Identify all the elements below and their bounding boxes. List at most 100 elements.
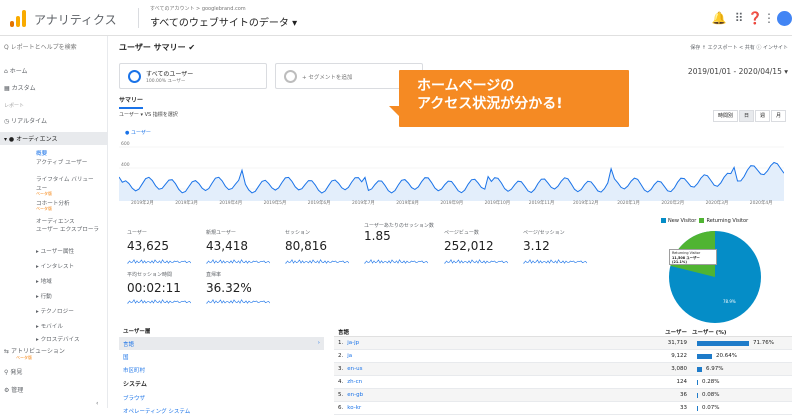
table-row[interactable]: 2. ja 9,122 20.64% — [334, 350, 792, 363]
sidebar-item-realtime[interactable]: ◷ リアルタイム — [4, 116, 47, 125]
sidebar-item-audiences[interactable]: オーディエンス — [36, 217, 75, 225]
sparkline — [523, 259, 587, 264]
row-users: 124 — [676, 379, 688, 385]
sparkline — [285, 259, 349, 264]
apps-icon[interactable]: ⠿ — [731, 10, 747, 26]
date-range-picker[interactable]: 2019/01/01 - 2020/04/15 ▾ — [688, 67, 788, 76]
language-link[interactable]: zh-cn — [347, 379, 362, 385]
pie-label-new: 78.9% — [723, 299, 736, 304]
row-pct: 0.28% — [702, 379, 720, 385]
segment-label: すべてのユーザー — [146, 71, 194, 78]
segment-all-users[interactable]: すべてのユーザー 100.00% ユーザー — [119, 63, 267, 89]
sidebar-item-interests[interactable]: ▸ インタレスト — [36, 262, 74, 270]
callout-line-1: ホームページの — [417, 78, 515, 94]
sidebar-item-user-explorer[interactable]: ユーザー エクスプローラ — [36, 226, 106, 235]
period-toggle[interactable]: 時間別日週月 — [712, 110, 786, 122]
nav-language[interactable]: 言語 › — [119, 337, 324, 350]
visitor-pie-chart[interactable]: 78.9% — [665, 227, 765, 327]
row-pct: 6.97% — [706, 366, 724, 372]
metric-sessions[interactable]: セッション 80,816 — [285, 229, 327, 253]
users-line-chart[interactable] — [119, 141, 784, 201]
table-row[interactable]: 5. en-gb 36 0.08% — [334, 389, 792, 402]
metric-users[interactable]: ユーザー 43,625 — [127, 229, 169, 253]
language-link[interactable]: ja-jp — [347, 340, 359, 346]
chart-legend: ● ユーザー — [125, 130, 151, 136]
segment-circle-icon — [128, 70, 141, 83]
sidebar-item-attribution[interactable]: ⇆ アトリビューション — [4, 346, 65, 355]
sparkline — [206, 299, 270, 304]
language-link[interactable]: ja — [347, 353, 352, 359]
legend-swatch — [699, 218, 705, 223]
language-link[interactable]: ko-kr — [347, 405, 361, 411]
table-row[interactable]: 6. ko-kr 33 0.07% — [334, 402, 792, 415]
demographics-nav: ユーザー層 言語 › 国 市区町村 システム ブラウザ オペレーティング システム — [119, 325, 324, 417]
beta-badge: ベータ版 — [36, 191, 52, 196]
tab-summary[interactable]: サマリー — [119, 95, 144, 109]
sidebar-item-technology[interactable]: ▸ テクノロジー — [36, 307, 74, 315]
page-title: ユーザー サマリー ✔ — [119, 43, 196, 52]
period-week[interactable]: 週 — [754, 110, 770, 122]
period-hourly[interactable]: 時間別 — [712, 110, 738, 122]
sidebar-item-audience[interactable]: ▾ ● オーディエンス — [4, 134, 58, 143]
nav-browser[interactable]: ブラウザ — [119, 391, 324, 404]
nav-country[interactable]: 国 — [119, 350, 324, 363]
users-pct-bar — [697, 341, 749, 346]
language-link[interactable]: en-gb — [347, 392, 363, 398]
account-breadcrumb[interactable]: すべてのアカウント > googlebrand.com — [150, 5, 246, 12]
metric-label: 平均セッション時間 — [127, 272, 173, 278]
row-users: 36 — [680, 392, 687, 398]
sidebar-item-home[interactable]: ⌂ ホーム — [4, 66, 28, 75]
metric-label: ユーザー — [127, 230, 147, 236]
metric-label: ページ/セッション — [523, 230, 565, 236]
notifications-icon[interactable]: 🔔 — [711, 10, 727, 26]
nav-os[interactable]: オペレーティング システム — [119, 404, 324, 417]
sidebar-item-overview[interactable]: 概要 — [36, 149, 47, 157]
period-month[interactable]: 月 — [770, 110, 786, 122]
collapse-sidebar-icon[interactable]: ‹ — [96, 400, 98, 407]
sidebar-item-lifetime-value[interactable]: ライフタイム バリュー — [36, 175, 94, 183]
sidebar-item-active-users[interactable]: アクティブ ユーザー — [36, 158, 87, 166]
sidebar-item-geo[interactable]: ▸ 地域 — [36, 277, 52, 285]
table-row[interactable]: 3. en-us 3,080 6.97% — [334, 363, 792, 376]
search-input[interactable]: Q レポートとヘルプを検索 — [4, 42, 77, 51]
metric-bounce-rate[interactable]: 直帰率 36.32% — [206, 271, 252, 295]
x-tick-label: 2019年3月 — [175, 201, 198, 206]
table-row[interactable]: 1. ja-jp 31,719 71.76% — [334, 337, 792, 350]
add-segment-label: + セグメントを追加 — [302, 75, 353, 81]
sidebar-item-behavior[interactable]: ▸ 行動 — [36, 292, 52, 300]
avatar[interactable] — [777, 11, 792, 26]
sidebar-item-cross-device[interactable]: ▸ クロスデバイス — [36, 335, 80, 343]
report-toolbar[interactable]: 保存 ↑ エクスポート < 共有 ⓘ インサイト — [690, 44, 788, 51]
metric-pages-per-session[interactable]: ページ/セッション 3.12 — [523, 229, 565, 253]
sidebar-item-discover[interactable]: ⚲ 発見 — [4, 367, 22, 376]
more-icon[interactable]: ⋮ — [761, 10, 777, 26]
sparkline — [444, 259, 508, 264]
language-link[interactable]: en-us — [347, 366, 362, 372]
col-users[interactable]: ユーザー — [665, 328, 687, 336]
sidebar-item-admin[interactable]: ⚙ 管理 — [4, 385, 23, 394]
metric-pageviews[interactable]: ページビュー数 252,012 — [444, 229, 494, 253]
legend-returning-visitor: Returning Visitor — [706, 218, 749, 224]
view-selector[interactable]: すべてのウェブサイトのデータ ▾ — [150, 14, 297, 29]
system-header: システム — [123, 381, 147, 388]
nav-city[interactable]: 市区町村 — [119, 363, 324, 376]
col-language[interactable]: 言語 — [338, 328, 349, 336]
metric-selector[interactable]: ユーザー ▾ VS 指標を選択 — [119, 111, 178, 118]
x-tick-label: 2020年3月 — [705, 201, 729, 206]
metric-new-users[interactable]: 新規ユーザー 43,418 — [206, 229, 248, 253]
sidebar-item-demographics[interactable]: ▸ ユーザー属性 — [36, 247, 74, 255]
divider — [138, 8, 139, 28]
row-pct: 20.64% — [716, 353, 737, 359]
sparkline — [127, 299, 191, 304]
metric-avg-session[interactable]: 平均セッション時間 00:02:11 — [127, 271, 181, 295]
row-pct: 0.08% — [702, 392, 720, 398]
col-users-pct[interactable]: ユーザー (%) — [692, 328, 726, 336]
row-language: 3. en-us — [338, 366, 363, 372]
metric-sessions-per-user[interactable]: ユーザーあたりのセッション数 1.85 — [364, 223, 442, 242]
sidebar-item-custom[interactable]: ▦ カスタム — [4, 83, 36, 92]
table-row[interactable]: 4. zh-cn 124 0.28% — [334, 376, 792, 389]
x-tick-label: 2020年1月 — [617, 201, 640, 206]
sidebar-section-reports: レポート — [4, 103, 25, 109]
sidebar-item-mobile[interactable]: ▸ モバイル — [36, 322, 63, 330]
period-day[interactable]: 日 — [738, 110, 754, 122]
